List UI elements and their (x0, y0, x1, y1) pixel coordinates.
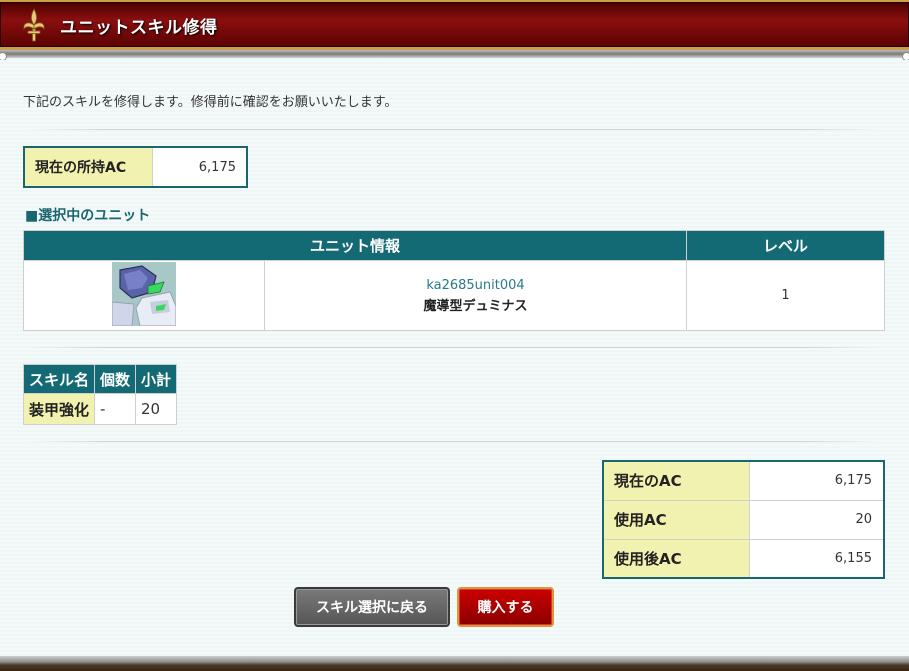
ac-summary-table: 現在のAC 6,175 使用AC 20 使用後AC 6,155 (602, 460, 885, 579)
skill-name-header: スキル名 (22, 364, 96, 394)
skill-subtotal: 20 (135, 393, 178, 425)
page-title: ユニットスキル修得 (60, 18, 218, 38)
selected-unit-heading: ■選択中のユニット (25, 208, 151, 224)
intro-text: 下記のスキルを修得します。修得前に確認をお願いいたします。 (23, 95, 398, 110)
skill-table: スキル名 個数 小計 装甲強化 - 20 (22, 364, 178, 425)
fleur-de-lis-icon (23, 8, 45, 42)
summary-current-label: 現在のAC (602, 460, 750, 501)
level-header: レベル (686, 230, 885, 261)
unit-thumbnail-cell (23, 260, 265, 331)
table-row: 装甲強化 - 20 (22, 393, 178, 425)
divider (23, 441, 885, 442)
skill-name: 装甲強化 (22, 393, 96, 425)
purchase-button[interactable]: 購入する (457, 587, 554, 627)
unit-level: 1 (686, 260, 885, 331)
current-ac-value: 6,175 (198, 159, 236, 175)
unit-name: 魔導型デュミナス (423, 298, 528, 314)
summary-after-value: 6,155 (748, 538, 885, 579)
main-content: 下記のスキルを修得します。修得前に確認をお願いいたします。 現在の所持AC 6,… (0, 60, 909, 658)
unit-id: ka2685unit004 (426, 277, 525, 293)
summary-after-label: 使用後AC (602, 538, 750, 579)
summary-current-value: 6,175 (748, 460, 885, 501)
table-row: 現在のAC 6,175 (602, 460, 885, 501)
page-footer-frame (0, 656, 909, 671)
skill-subtotal-header: 小計 (135, 364, 178, 394)
current-ac-label: 現在の所持AC (25, 148, 153, 186)
table-row: 使用AC 20 (602, 499, 885, 540)
unit-info-cell: ka2685unit004 魔導型デュミナス (264, 260, 687, 331)
summary-used-label: 使用AC (602, 499, 750, 540)
divider (23, 347, 885, 348)
skill-count-header: 個数 (94, 364, 137, 394)
page-header: ユニットスキル修得 (0, 0, 909, 58)
table-row: 使用後AC 6,155 (602, 538, 885, 579)
current-ac-box: 現在の所持AC 6,175 (23, 146, 248, 188)
summary-used-value: 20 (748, 499, 885, 540)
selected-unit-table: ユニット情報 レベル ka2685unit004 魔導型デュミナス 1 (23, 230, 885, 331)
divider (23, 129, 885, 130)
unit-thumbnail (112, 261, 176, 326)
unit-info-header: ユニット情報 (23, 230, 687, 261)
back-to-skill-select-button[interactable]: スキル選択に戻る (294, 587, 450, 627)
skill-count: - (94, 393, 137, 425)
table-row: ka2685unit004 魔導型デュミナス 1 (23, 260, 885, 331)
